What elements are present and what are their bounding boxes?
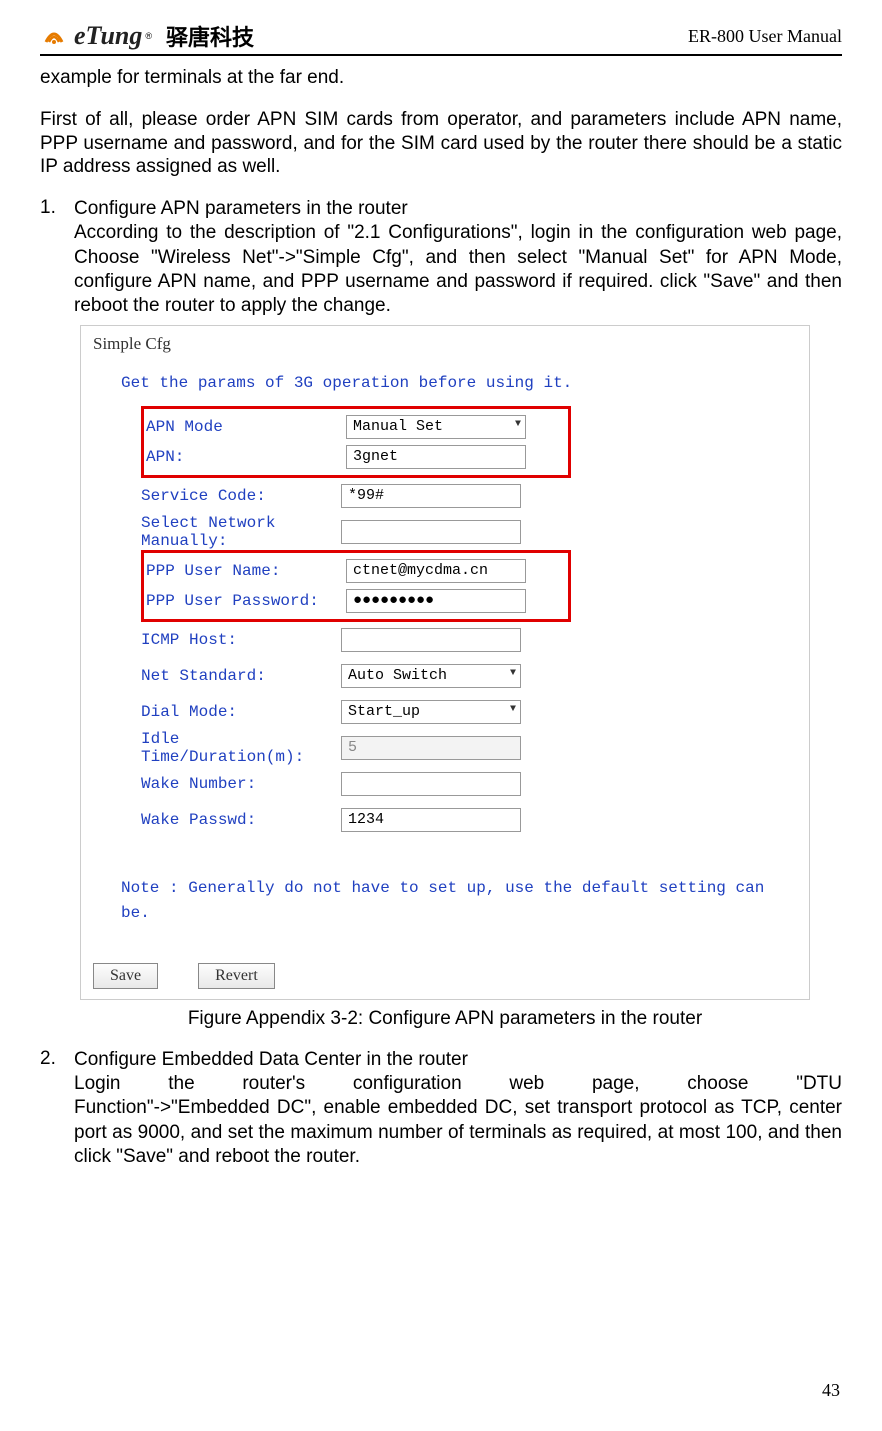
figure-box: Simple Cfg Get the params of 3G operatio… — [80, 325, 810, 1000]
figure-caption: Figure Appendix 3-2: Configure APN param… — [80, 1008, 810, 1030]
figure-container: Simple Cfg Get the params of 3G operatio… — [80, 325, 810, 1030]
item1-body: According to the description of "2.1 Con… — [74, 222, 842, 316]
apn-label: APN: — [146, 448, 346, 466]
form-table: APN Mode Manual Set APN: 3gnet Service C… — [141, 406, 809, 838]
item1-title: Configure APN parameters in the router — [74, 198, 408, 219]
figure-subtitle: Get the params of 3G operation before us… — [81, 358, 809, 398]
apn-mode-select[interactable]: Manual Set — [346, 415, 526, 439]
logo-trademark: ® — [145, 31, 152, 41]
apn-mode-label: APN Mode — [146, 418, 346, 436]
paragraph-2: First of all, please order APN SIM cards… — [40, 108, 842, 179]
service-code-label: Service Code: — [141, 487, 341, 505]
select-network-label: Select Network Manually: — [141, 514, 341, 550]
idle-time-label: Idle Time/Duration(m): — [141, 730, 341, 766]
list-num-1: 1. — [40, 197, 74, 319]
net-standard-label: Net Standard: — [141, 667, 341, 685]
icmp-label: ICMP Host: — [141, 631, 341, 649]
wake-number-label: Wake Number: — [141, 775, 341, 793]
icmp-input[interactable] — [341, 628, 521, 652]
list-item-1: 1. Configure APN parameters in the route… — [40, 197, 842, 319]
list-body-1: Configure APN parameters in the router A… — [74, 197, 842, 319]
wake-passwd-input[interactable]: 1234 — [341, 808, 521, 832]
select-network-input[interactable] — [341, 520, 521, 544]
page-header: eTung ® 驿唐科技 ER-800 User Manual — [40, 20, 842, 56]
item2-title: Configure Embedded Data Center in the ro… — [74, 1049, 468, 1070]
header-title: ER-800 User Manual — [688, 26, 842, 47]
button-row: Save Revert — [81, 957, 809, 999]
ppp-pass-label: PPP User Password: — [146, 592, 346, 610]
net-standard-select[interactable]: Auto Switch — [341, 664, 521, 688]
ppp-user-input[interactable]: ctnet@mycdma.cn — [346, 559, 526, 583]
dial-mode-select[interactable]: Start_up — [341, 700, 521, 724]
save-button[interactable]: Save — [93, 963, 158, 989]
logo: eTung ® 驿唐科技 — [40, 20, 254, 52]
list-item-2: 2. Configure Embedded Data Center in the… — [40, 1048, 842, 1170]
figure-note: Note : Generally do not have to set up, … — [81, 858, 809, 957]
service-code-input[interactable]: *99# — [341, 484, 521, 508]
intro-line: example for terminals at the far end. — [40, 66, 842, 90]
logo-chinese: 驿唐科技 — [166, 20, 254, 52]
list-body-2: Configure Embedded Data Center in the ro… — [74, 1048, 842, 1170]
dial-mode-label: Dial Mode: — [141, 703, 341, 721]
wake-passwd-label: Wake Passwd: — [141, 811, 341, 829]
item2-body-rest: Function"->"Embedded DC", enable embedde… — [74, 1097, 842, 1167]
figure-title: Simple Cfg — [81, 326, 809, 358]
page-number: 43 — [822, 1380, 840, 1401]
ppp-user-label: PPP User Name: — [146, 562, 346, 580]
item2-body-line1: Logintherouter'sconfigurationwebpage,cho… — [74, 1072, 842, 1096]
idle-time-input[interactable]: 5 — [341, 736, 521, 760]
wake-number-input[interactable] — [341, 772, 521, 796]
ppp-pass-input[interactable]: ●●●●●●●●● — [346, 589, 526, 613]
logo-wave-icon — [40, 22, 68, 50]
list-num-2: 2. — [40, 1048, 74, 1170]
apn-input[interactable]: 3gnet — [346, 445, 526, 469]
revert-button[interactable]: Revert — [198, 963, 275, 989]
logo-text: eTung — [74, 21, 142, 51]
